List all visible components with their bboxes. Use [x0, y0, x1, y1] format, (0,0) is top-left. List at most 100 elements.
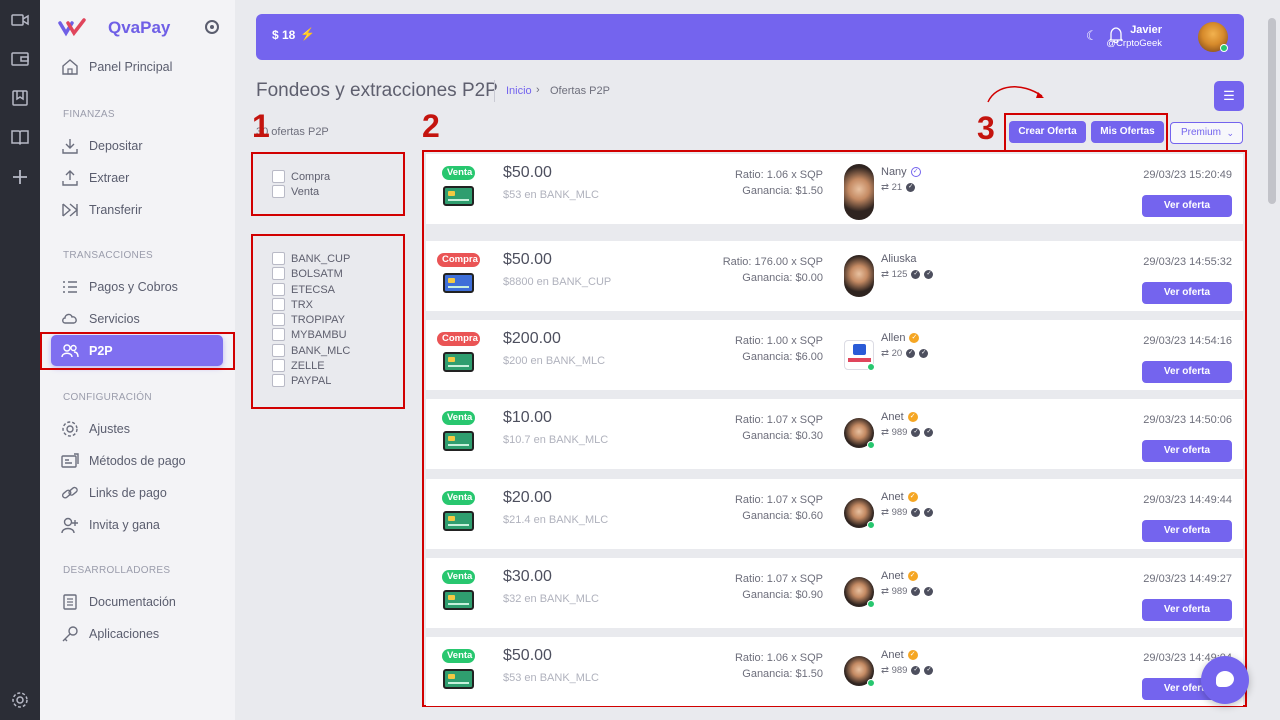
- filter-method-etecsa[interactable]: ETECSA: [272, 283, 335, 296]
- sidebar-item-servicios[interactable]: Servicios: [61, 308, 140, 330]
- offer-receive: $53 en BANK_MLC: [503, 672, 599, 684]
- page-scrollbar[interactable]: [1264, 0, 1280, 720]
- sidebar-item-pagos[interactable]: Pagos y Cobros: [61, 276, 178, 298]
- checkbox[interactable]: [272, 313, 285, 326]
- create-offer-button[interactable]: Crear Oferta: [1009, 121, 1086, 143]
- seller-info[interactable]: Anet ✓: [881, 491, 918, 503]
- view-offer-button[interactable]: Ver oferta: [1142, 282, 1232, 304]
- seller-info[interactable]: Anet ✓: [881, 570, 918, 582]
- trade-count: 21: [891, 182, 903, 193]
- filter-method-bank-mlc[interactable]: BANK_MLC: [272, 344, 350, 357]
- offer-receive: $200 en BANK_MLC: [503, 355, 606, 367]
- repeat-icon: ⇄: [881, 586, 889, 597]
- seller-info[interactable]: Nany ✓: [881, 166, 921, 178]
- moon-icon[interactable]: ☾: [1086, 28, 1098, 44]
- filter-type-venta[interactable]: Venta: [272, 185, 319, 198]
- sidebar-item-metodos[interactable]: Métodos de pago: [61, 450, 186, 472]
- offer-gain: Ganancia: $1.50: [742, 185, 823, 197]
- view-offer-button[interactable]: Ver oferta: [1142, 520, 1232, 542]
- checkbox[interactable]: [272, 283, 285, 296]
- checkbox[interactable]: [272, 252, 285, 265]
- offer-receive: $8800 en BANK_CUP: [503, 276, 612, 288]
- shield-icon: ✓: [919, 349, 929, 358]
- shield-icon: ✓: [924, 666, 934, 675]
- filter-method-trx[interactable]: TRX: [272, 298, 313, 311]
- sidebar-item-label: Métodos de pago: [89, 454, 186, 468]
- sidebar-item-extraer[interactable]: Extraer: [61, 167, 129, 189]
- top-bar: $ 18 ⚡ ☾ Javier @CrptoGeek: [256, 14, 1244, 60]
- sidebar-item-links[interactable]: Links de pago: [61, 482, 167, 504]
- filter-method-paypal[interactable]: PAYPAL: [272, 374, 331, 387]
- checkbox[interactable]: [272, 185, 285, 198]
- filter-method-bolsatm[interactable]: BOLSATM: [272, 267, 343, 280]
- sidebar-item-home[interactable]: Panel Principal: [61, 56, 172, 78]
- wallet-icon[interactable]: [11, 50, 29, 68]
- checkbox[interactable]: [272, 359, 285, 372]
- sidebar-item-invita[interactable]: Invita y gana: [61, 514, 160, 536]
- checkbox[interactable]: [272, 170, 285, 183]
- sidebar-item-depositar[interactable]: Depositar: [61, 135, 143, 157]
- premium-select[interactable]: Premium ⌄: [1170, 122, 1243, 144]
- bank-card-icon: [443, 186, 474, 206]
- trade-count: 989: [891, 665, 908, 676]
- filter-type-compra[interactable]: Compra: [272, 170, 330, 183]
- checkbox[interactable]: [272, 267, 285, 280]
- sidebar-item-ajustes[interactable]: Ajustes: [61, 418, 130, 440]
- video-icon[interactable]: [11, 11, 29, 29]
- telegram-icon: ✓: [906, 349, 916, 358]
- offer-gain: Ganancia: $6.00: [742, 351, 823, 363]
- sidebar-item-transferir[interactable]: Transferir: [61, 199, 142, 221]
- plus-icon[interactable]: [11, 168, 29, 186]
- online-status-dot: [867, 521, 875, 529]
- menu-button[interactable]: ☰: [1214, 81, 1244, 111]
- filter-method-bank-cup[interactable]: BANK_CUP: [272, 252, 350, 265]
- gear-icon[interactable]: [11, 691, 29, 709]
- qvapay-logo: [58, 18, 86, 37]
- view-offer-button[interactable]: Ver oferta: [1142, 195, 1232, 217]
- repeat-icon: ⇄: [881, 269, 889, 280]
- bookmark-icon[interactable]: [11, 89, 29, 107]
- filter-label: Venta: [291, 185, 320, 198]
- scrollbar-thumb[interactable]: [1268, 18, 1276, 204]
- payment-methods-icon: [61, 453, 79, 468]
- chat-bubble-icon[interactable]: [1201, 656, 1249, 704]
- offer-card: Venta $30.00 $32 en BANK_MLC Ratio: 1.07…: [426, 558, 1243, 628]
- filter-label: TRX: [291, 298, 313, 311]
- seller-info[interactable]: Allen ✓: [881, 332, 920, 344]
- book-icon[interactable]: [11, 128, 29, 146]
- seller-avatar[interactable]: [844, 255, 874, 297]
- sidebar-item-label: Depositar: [89, 139, 143, 153]
- filter-method-tropipay[interactable]: TROPIPAY: [272, 313, 345, 326]
- trade-count: 989: [891, 427, 908, 438]
- checkbox[interactable]: [272, 344, 285, 357]
- offer-amount: $30.00: [503, 568, 552, 585]
- theme-settings-icon[interactable]: [205, 20, 219, 34]
- filter-method-zelle[interactable]: ZELLE: [272, 359, 325, 372]
- offer-amount: $50.00: [503, 647, 552, 664]
- seller-info[interactable]: Aliuska: [881, 253, 916, 265]
- my-offers-button[interactable]: Mis Ofertas: [1091, 121, 1164, 143]
- verified-icon: ✓: [907, 412, 918, 422]
- repeat-icon: ⇄: [881, 182, 889, 193]
- seller-info[interactable]: Anet ✓: [881, 649, 918, 661]
- checkbox[interactable]: [272, 298, 285, 311]
- offer-gain: Ganancia: $0.30: [742, 430, 823, 442]
- view-offer-button[interactable]: Ver oferta: [1142, 361, 1232, 383]
- seller-avatar[interactable]: [844, 164, 874, 220]
- app-rail: [0, 0, 40, 720]
- view-offer-button[interactable]: Ver oferta: [1142, 599, 1232, 621]
- seller-info[interactable]: Anet ✓: [881, 411, 918, 423]
- view-offer-button[interactable]: Ver oferta: [1142, 440, 1232, 462]
- offer-receive: $32 en BANK_MLC: [503, 593, 599, 605]
- balance-amount[interactable]: $ 18: [272, 28, 295, 42]
- offers-list: Venta $50.00 $53 en BANK_MLC Ratio: 1.06…: [426, 154, 1243, 706]
- checkbox[interactable]: [272, 374, 285, 387]
- checkbox[interactable]: [272, 328, 285, 341]
- sidebar-item-documentacion[interactable]: Documentación: [61, 591, 176, 613]
- online-status-dot: [867, 600, 875, 608]
- sidebar-item-aplicaciones[interactable]: Aplicaciones: [61, 623, 159, 645]
- offer-type-badge: Venta: [442, 491, 475, 505]
- filter-method-mybambu[interactable]: MYBAMBU: [272, 328, 347, 341]
- offer-amount: $50.00: [503, 164, 552, 181]
- breadcrumb-home-link[interactable]: Inicio: [506, 85, 532, 97]
